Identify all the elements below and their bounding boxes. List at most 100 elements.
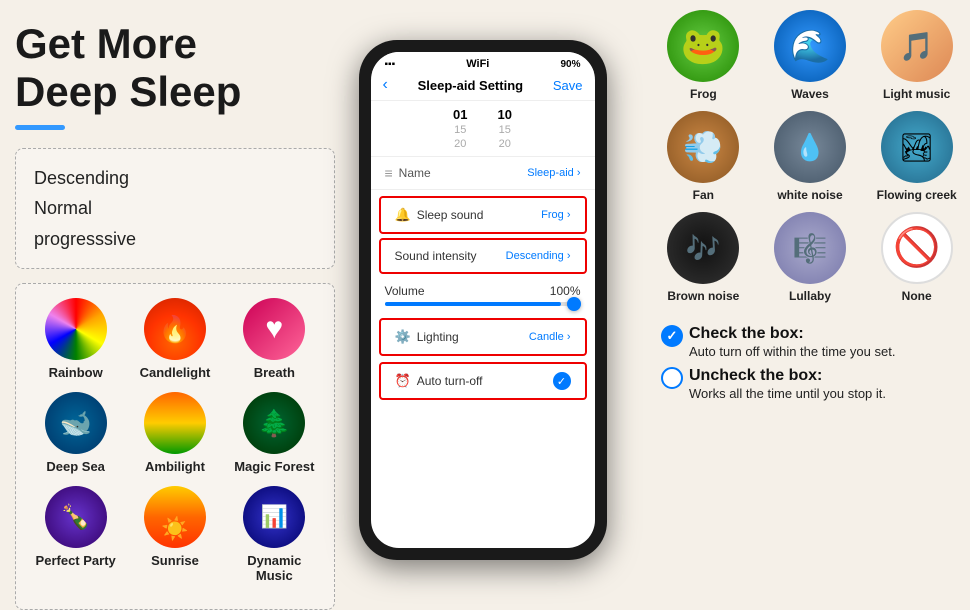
auto-turnoff-row[interactable]: ⏰ Auto turn-off ✓ xyxy=(379,362,587,400)
sound-creek[interactable]: 🏞 Flowing creek xyxy=(868,111,965,202)
candle-icon: 🔥 xyxy=(144,298,206,360)
auto-turnoff-label: Auto turn-off xyxy=(417,374,483,388)
ambilight-label: Ambilight xyxy=(145,459,205,474)
lightmusic-label: Light music xyxy=(883,87,950,101)
creek-icon: 🏞 xyxy=(881,111,953,183)
creek-label: Flowing creek xyxy=(877,188,957,202)
lullaby-icon: 🎼 xyxy=(774,212,846,284)
sound-waves[interactable]: 🌊 Waves xyxy=(762,10,859,101)
icons-row-3: Perfect Party ☀️ Sunrise 📊 Dynamic Music xyxy=(26,486,324,583)
whitenoise-label: white noise xyxy=(777,188,842,202)
breath-icon xyxy=(243,298,305,360)
sound-lullaby[interactable]: 🎼 Lullaby xyxy=(762,212,859,303)
time-bot-1: 20 xyxy=(454,138,466,150)
forest-label: Magic Forest xyxy=(234,459,314,474)
check-text: Check the box: Auto turn off within the … xyxy=(689,325,895,359)
lightmusic-icon: 🎵 xyxy=(881,10,953,82)
brownnoise-label: Brown noise xyxy=(667,289,739,303)
volume-slider-thumb[interactable] xyxy=(567,297,581,311)
volume-slider-fill xyxy=(385,302,561,306)
name-label: Name xyxy=(399,166,431,180)
waves-label: Waves xyxy=(791,87,829,101)
sound-grid: 🐸 Frog 🌊 Waves 🎵 Light music 💨 Fan 💧 whi… xyxy=(655,10,965,303)
mode-progressive: progresssive xyxy=(34,224,316,255)
deepsea-label: Deep Sea xyxy=(46,459,105,474)
check-title: Check the box: xyxy=(689,325,895,343)
lighting-label: Lighting xyxy=(417,330,459,344)
whitenoise-icon: 💧 xyxy=(774,111,846,183)
sound-intensity-value: Descending › xyxy=(506,250,571,262)
status-bar: ▪▪▪ WiFi 90% xyxy=(371,52,595,72)
forest-icon xyxy=(243,392,305,454)
breath-label: Breath xyxy=(254,365,295,380)
left-section: Get More Deep Sleep Descending Normal pr… xyxy=(15,20,335,610)
volume-row: Volume 100% xyxy=(371,278,595,314)
time-bot-2: 20 xyxy=(499,138,511,150)
sound-brownnoise[interactable]: 🎶 Brown noise xyxy=(655,212,752,303)
icon-sunrise[interactable]: ☀️ Sunrise xyxy=(132,486,217,583)
sleep-sound-value: Frog › xyxy=(541,209,570,221)
save-button[interactable]: Save xyxy=(553,78,583,93)
time-col-2: 10 15 20 xyxy=(498,107,512,150)
icon-candle[interactable]: 🔥 Candlelight xyxy=(132,298,217,380)
lighting-row[interactable]: ⚙️ Lighting Candle › xyxy=(379,318,587,356)
dynamic-label: Dynamic Music xyxy=(232,553,317,583)
volume-slider-track[interactable] xyxy=(385,302,581,306)
frog-label: Frog xyxy=(690,87,717,101)
icon-rainbow[interactable]: Rainbow xyxy=(33,298,118,380)
fan-icon: 💨 xyxy=(667,111,739,183)
lighting-value: Candle › xyxy=(529,331,571,343)
bell-icon: 🔔 xyxy=(395,207,411,223)
screen-title: Sleep-aid Setting xyxy=(418,78,523,93)
icon-deepsea[interactable]: Deep Sea xyxy=(33,392,118,474)
sound-whitenoise[interactable]: 💧 white noise xyxy=(762,111,859,202)
sleep-sound-row[interactable]: 🔔 Sleep sound Frog › xyxy=(379,196,587,234)
menu-icon: ≡ xyxy=(385,165,393,181)
lighting-icons-box: Rainbow 🔥 Candlelight Breath Deep Sea Am… xyxy=(15,283,335,610)
lullaby-label: Lullaby xyxy=(789,289,831,303)
icon-party[interactable]: Perfect Party xyxy=(33,486,118,583)
volume-value: 100% xyxy=(550,284,581,298)
frog-icon: 🐸 xyxy=(667,10,739,82)
sunrise-icon: ☀️ xyxy=(144,486,206,548)
sound-lightmusic[interactable]: 🎵 Light music xyxy=(868,10,965,101)
headline-line1: Get More xyxy=(15,20,335,68)
icon-dynamic[interactable]: 📊 Dynamic Music xyxy=(232,486,317,583)
icons-row-1: Rainbow 🔥 Candlelight Breath xyxy=(26,298,324,380)
back-button[interactable]: ‹ xyxy=(383,76,388,94)
right-section: 🐸 Frog 🌊 Waves 🎵 Light music 💨 Fan 💧 whi… xyxy=(655,10,965,409)
party-label: Perfect Party xyxy=(36,553,116,568)
headline: Get More Deep Sleep xyxy=(15,20,335,117)
mode-normal: Normal xyxy=(34,193,316,224)
sound-intensity-row[interactable]: Sound intensity Descending › xyxy=(379,238,587,274)
time-top-2: 10 xyxy=(498,107,512,122)
phone-section: ▪▪▪ WiFi 90% ‹ Sleep-aid Setting Save 01… xyxy=(335,5,630,595)
icon-forest[interactable]: Magic Forest xyxy=(232,392,317,474)
blue-accent-bar xyxy=(15,125,65,130)
ambilight-icon xyxy=(144,392,206,454)
icon-breath[interactable]: Breath xyxy=(232,298,317,380)
phone-title-bar: ‹ Sleep-aid Setting Save xyxy=(371,72,595,101)
sound-frog[interactable]: 🐸 Frog xyxy=(655,10,752,101)
candle-label: Candlelight xyxy=(140,365,211,380)
none-icon: 🚫 xyxy=(881,212,953,284)
sunrise-label: Sunrise xyxy=(151,553,199,568)
time-mid-2: 15 xyxy=(499,124,511,136)
fan-label: Fan xyxy=(693,188,714,202)
phone-outer: ▪▪▪ WiFi 90% ‹ Sleep-aid Setting Save 01… xyxy=(359,40,607,560)
rainbow-icon xyxy=(45,298,107,360)
auto-turnoff-checkbox[interactable]: ✓ xyxy=(553,372,571,390)
clock-icon: ⏰ xyxy=(395,373,411,389)
wifi-icon: WiFi xyxy=(466,58,489,70)
sound-none[interactable]: 🚫 None xyxy=(868,212,965,303)
sleep-sound-label: Sleep sound xyxy=(417,208,484,222)
uncheck-row: Uncheck the box: Works all the time unti… xyxy=(661,367,959,401)
party-icon xyxy=(45,486,107,548)
headline-line2: Deep Sleep xyxy=(15,68,335,116)
check-row: ✓ Check the box: Auto turn off within th… xyxy=(661,325,959,359)
brownnoise-icon: 🎶 xyxy=(667,212,739,284)
sound-fan[interactable]: 💨 Fan xyxy=(655,111,752,202)
rainbow-label: Rainbow xyxy=(49,365,103,380)
icon-ambilight[interactable]: Ambilight xyxy=(132,392,217,474)
time-top-1: 01 xyxy=(453,107,467,122)
